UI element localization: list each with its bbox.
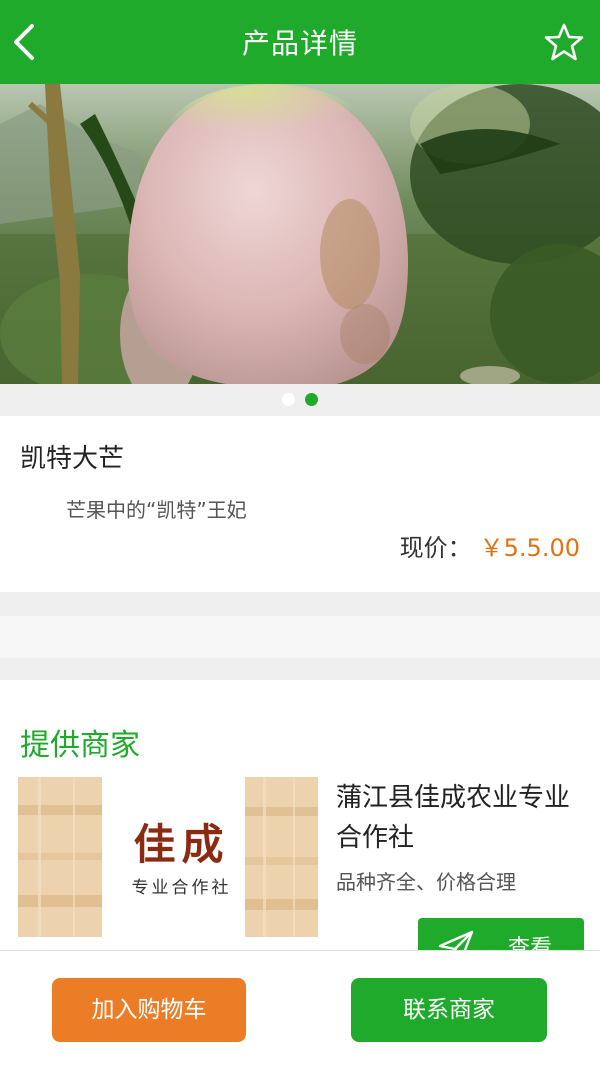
merchant-section: 提供商家 佳成 专业合作社 蒲江县佳成农业专业合作社 品种齐全、价格合理 查看 [0, 680, 600, 970]
star-outline-icon [544, 23, 584, 61]
product-info-card: 凯特大芒 芒果中的“凯特”王妃 现价： ￥5.5.00 [0, 416, 600, 592]
empty-section [0, 616, 600, 658]
wood-panel-left [18, 777, 102, 937]
carousel-indicators [0, 384, 600, 416]
price-label: 现价： [399, 534, 472, 562]
product-name: 凯特大芒 [20, 444, 125, 474]
top-bar: 产品详情 [0, 0, 600, 84]
product-description: 芒果中的“凯特”王妃 [66, 498, 247, 522]
add-to-cart-button[interactable]: 加入购物车 [52, 978, 246, 1042]
price-row: 现价： ￥5.5.00 [400, 528, 580, 563]
contact-merchant-button[interactable]: 联系商家 [351, 978, 547, 1042]
bottom-action-bar: 加入购物车 联系商家 [0, 950, 600, 1067]
logo-subtitle-text: 专业合作社 [131, 878, 232, 898]
product-image-carousel[interactable] [0, 84, 600, 384]
carousel-dot-1[interactable] [282, 393, 295, 406]
merchant-slogan: 品种齐全、价格合理 [336, 870, 516, 894]
price-value: ￥5.5.00 [479, 534, 580, 562]
merchant-section-title: 提供商家 [20, 728, 140, 763]
page-title: 产品详情 [241, 27, 358, 60]
merchant-name: 蒲江县佳成农业专业合作社 [336, 783, 571, 853]
product-photo [0, 84, 600, 384]
product-detail-page: 产品详情 凯特大芒 芒果中的“凯特”王妃 现价： ￥5.5.00 提供商家 佳成… [0, 0, 600, 1067]
favorite-button[interactable] [544, 22, 584, 62]
logo-brand-text: 佳成 [133, 820, 230, 869]
wood-panel-right [245, 777, 318, 937]
carousel-dot-2-active[interactable] [305, 393, 318, 406]
merchant-logo[interactable]: 佳成 专业合作社 [18, 777, 318, 937]
